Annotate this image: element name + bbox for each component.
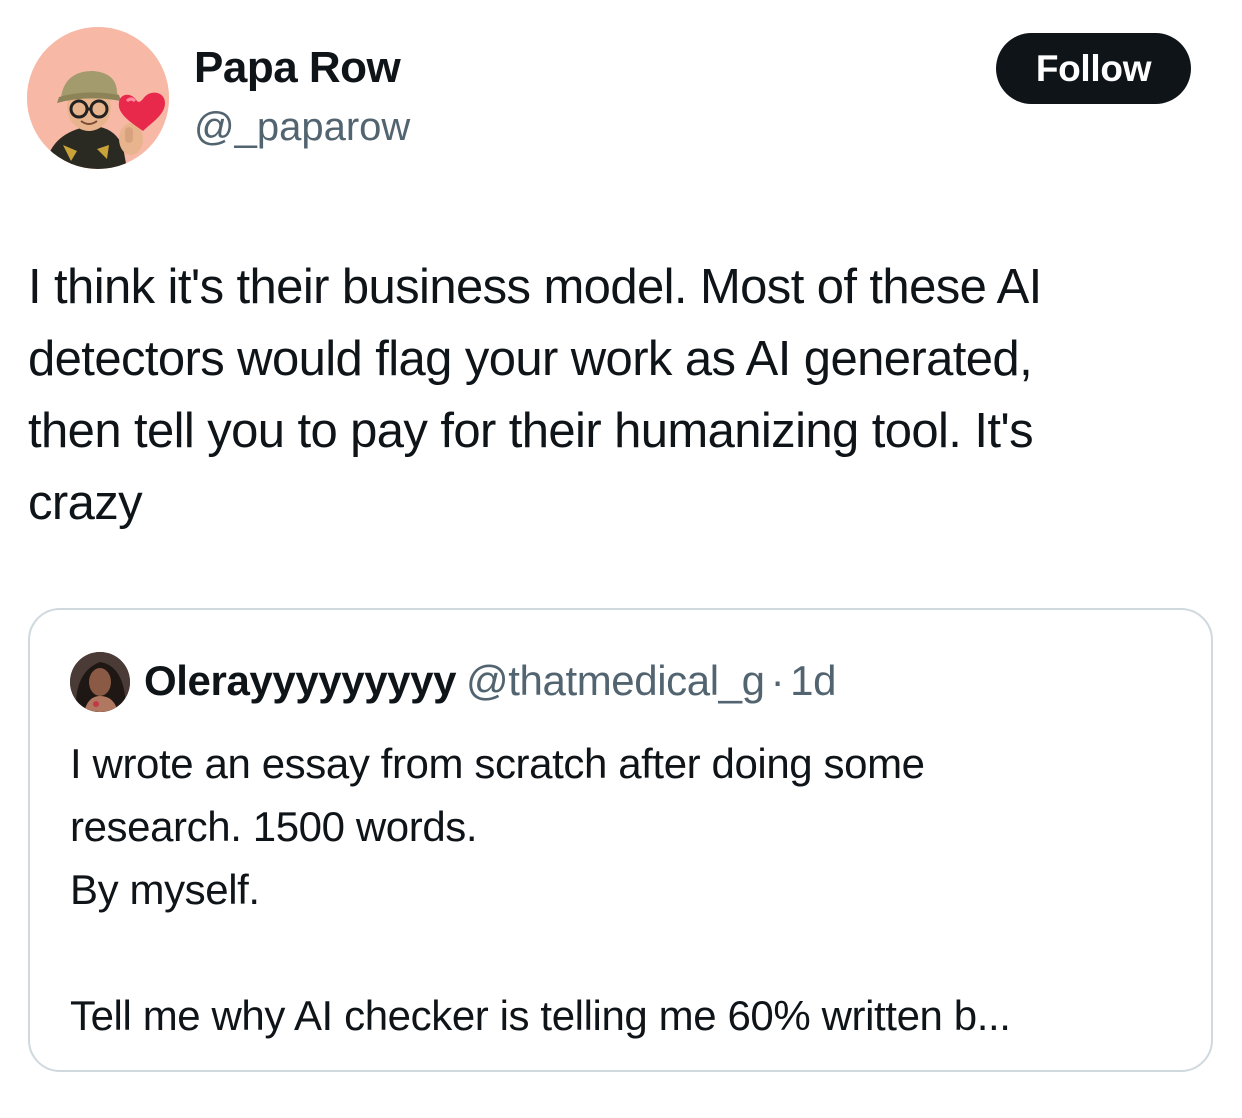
quoted-author-display-name[interactable]: Olerayyyyyyyyy — [144, 657, 456, 704]
author-display-name[interactable]: Papa Row — [194, 42, 401, 94]
tweet-text-line: I think it's their business model. Most … — [28, 260, 1042, 314]
author-avatar[interactable] — [27, 27, 169, 169]
quoted-text-line: I wrote an essay from scratch after doin… — [70, 740, 925, 787]
follow-button[interactable]: Follow — [996, 33, 1191, 104]
tweet-text-line: detectors would flag your work as AI gen… — [28, 332, 1033, 386]
tweet-text-line: then tell you to pay for their humanizin… — [28, 404, 1034, 458]
quoted-text-line: By myself. — [70, 866, 260, 913]
cartoon-avatar-finger-heart-icon — [27, 27, 169, 169]
separator-dot: · — [770, 657, 785, 704]
quoted-text-line: research. 1500 words. — [70, 803, 478, 850]
tweet-text: I think it's their business model. Most … — [28, 251, 1218, 539]
quoted-tweet-timestamp[interactable]: 1d — [790, 657, 836, 704]
tweet-text-line: crazy — [28, 476, 143, 530]
quoted-tweet-header: Olerayyyyyyyyy @thatmedical_g · 1d — [144, 654, 836, 708]
quoted-tweet-text: I wrote an essay from scratch after doin… — [70, 732, 1190, 1047]
quoted-text-line — [70, 921, 1190, 984]
quoted-author-handle[interactable]: @thatmedical_g — [466, 657, 765, 704]
quoted-text-line: Tell me why AI checker is telling me 60%… — [70, 992, 1011, 1039]
quoted-tweet-card[interactable]: Olerayyyyyyyyy @thatmedical_g · 1d I wrote … — [28, 608, 1213, 1072]
quoted-author-avatar[interactable] — [70, 652, 130, 712]
user-photo-icon — [70, 652, 130, 712]
author-handle[interactable]: @_paparow — [194, 102, 410, 152]
